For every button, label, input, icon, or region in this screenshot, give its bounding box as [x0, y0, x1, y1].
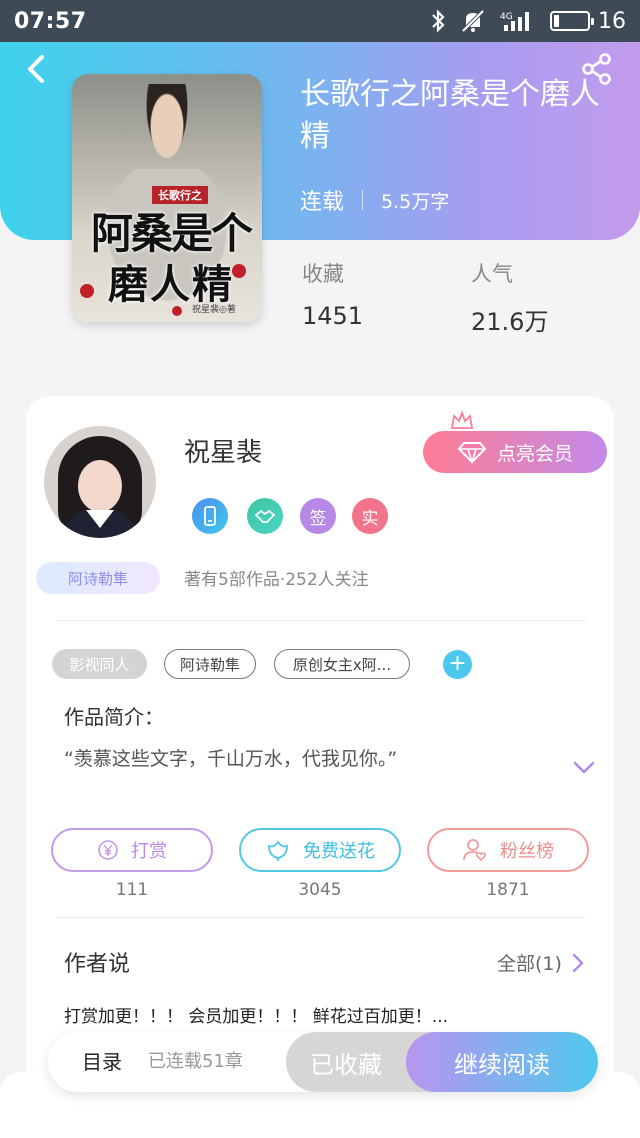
- yuan-icon: [98, 840, 118, 860]
- continue-reading-button[interactable]: 继续阅读: [406, 1032, 598, 1092]
- crown-icon: [450, 410, 474, 429]
- continue-reading-label: 继续阅读: [454, 1050, 550, 1079]
- mute-icon: [460, 9, 486, 33]
- verified-badge: 实: [352, 498, 388, 534]
- collected-label: 已收藏: [310, 1050, 382, 1079]
- stat-label: 收藏: [302, 262, 344, 286]
- stat-value: 1451: [302, 302, 364, 330]
- word-count: 5.5万字: [381, 190, 450, 213]
- status-bar: 07:57 4G 16: [0, 0, 640, 42]
- intro-text: “羡慕这些文字，千山万水，代我见你。”: [64, 748, 398, 770]
- chevron-right-icon: [572, 953, 584, 972]
- author-stats: 著有5部作品·252人关注: [184, 570, 369, 590]
- chapter-count: 已连载51章: [148, 1051, 243, 1072]
- intro-title: 作品简介：: [64, 705, 164, 729]
- back-button[interactable]: [22, 52, 52, 86]
- book-status: 连载: [300, 190, 345, 215]
- fan-ranking-button[interactable]: 粉丝榜: [427, 828, 589, 872]
- send-flower-button[interactable]: 免费送花: [239, 828, 401, 872]
- tip-label: 打赏: [131, 841, 167, 862]
- fan-icon: [463, 839, 487, 862]
- fan-count: 1871: [486, 880, 530, 900]
- signal-icon: 4G: [500, 9, 536, 33]
- book-meta: 连载 5.5万字: [300, 184, 449, 216]
- author-name[interactable]: 祝星裴: [184, 432, 262, 469]
- battery-indicator: 16: [550, 9, 626, 34]
- divider: [56, 917, 586, 918]
- vip-button-label: 点亮会员: [496, 442, 573, 465]
- battery-icon: [550, 11, 594, 31]
- divider: [56, 620, 586, 621]
- bluetooth-icon: [430, 9, 446, 33]
- meta-divider: [362, 190, 364, 210]
- bottom-action-bar: 目录 已连载51章 已收藏 继续阅读: [48, 1032, 598, 1092]
- add-tag-button[interactable]: +: [443, 650, 472, 679]
- send-flower-label: 免费送花: [303, 841, 375, 862]
- fan-ranking-label: 粉丝榜: [500, 841, 554, 862]
- toc-button[interactable]: 目录: [82, 1032, 122, 1092]
- diamond-icon: [457, 442, 487, 464]
- back-arrow-icon: [28, 55, 44, 83]
- book-cover[interactable]: 长歌行之 阿桑是个 磨人精 祝星裴◎著: [72, 74, 262, 322]
- author-avatar[interactable]: [44, 426, 156, 538]
- chevron-down-icon: [573, 761, 595, 774]
- plus-icon: +: [448, 651, 467, 676]
- stat-value: 21.6万: [471, 308, 549, 336]
- signed-badge: 签: [300, 498, 336, 534]
- network-type: 4G: [500, 12, 513, 22]
- handshake-badge-icon: [247, 498, 283, 534]
- flower-icon: [268, 840, 288, 861]
- tag-pairing[interactable]: 原创女主x阿...: [274, 649, 410, 679]
- tag-genre[interactable]: 影视同人: [52, 649, 147, 679]
- fan-badge-label: 阿诗勒隼: [67, 569, 128, 588]
- book-title: 长歌行之阿桑是个磨人精: [300, 77, 600, 154]
- status-time: 07:57: [14, 8, 87, 34]
- tip-button[interactable]: 打赏: [51, 828, 213, 872]
- flower-count: 3045: [298, 880, 342, 900]
- author-says-title: 作者说: [64, 952, 131, 977]
- stat-favorites: 收藏 1451: [302, 258, 363, 330]
- stat-label: 人气: [471, 262, 513, 286]
- stat-popularity: 人气 21.6万: [471, 258, 548, 337]
- cover-author: 祝星裴◎著: [192, 305, 236, 315]
- author-says-text: 打赏加更！！！ 会员加更！！！ 鲜花过百加更！...: [64, 1007, 449, 1027]
- expand-intro-button[interactable]: [572, 760, 596, 780]
- fan-group-badge: 阿诗勒隼: [36, 562, 160, 594]
- author-says-all-label: 全部(1): [497, 953, 562, 975]
- tip-count: 111: [115, 880, 149, 900]
- phone-verified-badge-icon: [192, 498, 228, 534]
- vip-button[interactable]: 点亮会员: [423, 431, 607, 473]
- battery-level: 16: [598, 8, 626, 34]
- tag-character[interactable]: 阿诗勒隼: [164, 649, 256, 679]
- author-says-all-link[interactable]: 全部(1): [497, 949, 584, 976]
